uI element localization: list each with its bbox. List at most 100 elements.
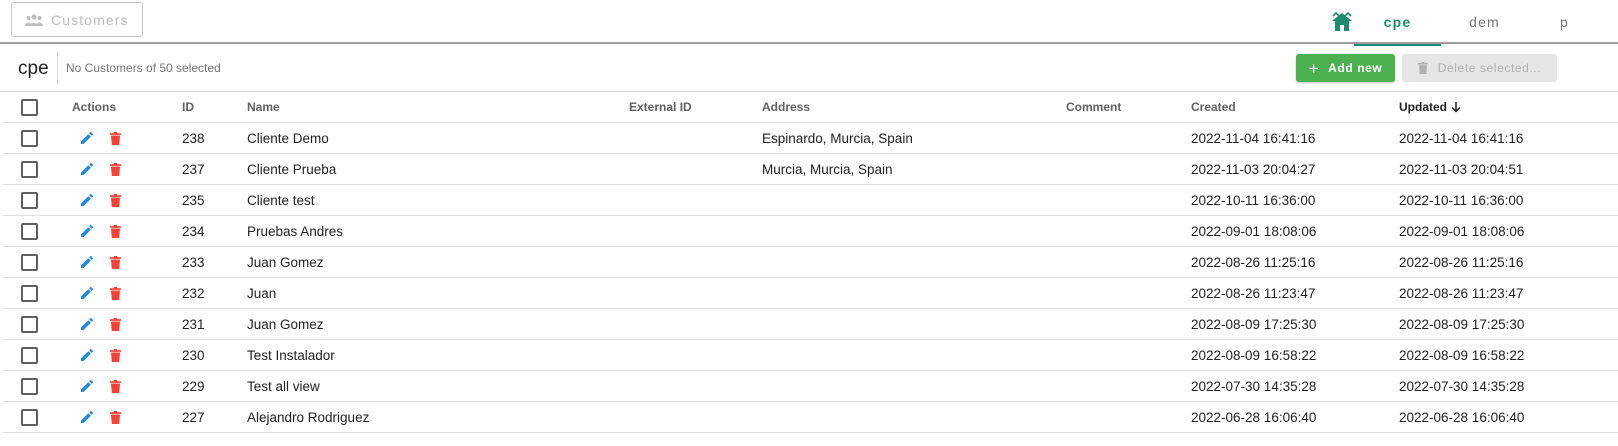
trash-icon[interactable] (110, 348, 121, 362)
pencil-icon[interactable] (80, 348, 94, 362)
cell-id: 237 (182, 161, 205, 177)
row-checkbox-cell[interactable] (21, 340, 38, 370)
row-checkbox[interactable] (21, 160, 38, 178)
cell-updated: 2022-08-26 11:25:16 (1399, 254, 1524, 270)
column-header-comment[interactable]: Comment (1066, 92, 1121, 122)
cell-updated: 2022-08-09 17:25:30 (1399, 316, 1525, 332)
row-checkbox[interactable] (21, 129, 38, 147)
pencil-icon[interactable] (80, 193, 94, 207)
table-row[interactable]: 238 Cliente Demo Espinardo, Murcia, Spain 2… (3, 123, 1618, 154)
trash-icon[interactable] (110, 410, 121, 424)
list-toolbar: cpe No Customers of 50 selected + Add ne… (0, 46, 1618, 92)
column-header-name[interactable]: Name (247, 92, 280, 122)
table-row[interactable]: 229 Test all view 2022-07-30 14:35:28 2022-… (3, 371, 1618, 402)
row-actions (80, 309, 121, 339)
cell-name: Test Instalador (247, 347, 335, 363)
row-checkbox[interactable] (21, 284, 38, 302)
pencil-icon[interactable] (80, 410, 94, 424)
cell-created: 2022-11-04 16:41:16 (1191, 130, 1316, 146)
cell-name: Juan (247, 285, 277, 301)
trash-icon[interactable] (110, 379, 121, 393)
row-actions (80, 247, 121, 277)
trash-icon[interactable] (110, 317, 121, 331)
tab-cpe[interactable]: cpe (1354, 0, 1441, 46)
column-header-external-id[interactable]: External ID (629, 92, 692, 122)
cell-updated: 2022-09-01 18:08:06 (1399, 223, 1525, 239)
cell-created: 2022-11-03 20:04:27 (1191, 161, 1316, 177)
cell-id: 229 (182, 378, 205, 394)
table-row[interactable]: 232 Juan 2022-08-26 11:23:47 2022-08-26 11:… (3, 278, 1618, 309)
customers-button[interactable]: Customers (11, 2, 143, 37)
row-checkbox[interactable] (21, 346, 38, 364)
row-checkbox-cell[interactable] (21, 371, 38, 401)
pencil-icon[interactable] (80, 379, 94, 393)
home-network-icon[interactable] (1330, 10, 1354, 34)
delete-selected-button[interactable]: Delete selected... (1402, 54, 1557, 82)
row-checkbox[interactable] (21, 191, 38, 209)
add-new-button[interactable]: + Add new (1296, 54, 1395, 82)
row-checkbox-cell[interactable] (21, 278, 38, 308)
pencil-icon[interactable] (80, 131, 94, 145)
row-checkbox[interactable] (21, 315, 38, 333)
table-row[interactable]: 235 Cliente test 2022-10-11 16:36:00 2022-1… (3, 185, 1618, 216)
cell-name: Cliente test (247, 192, 315, 208)
cell-updated: 2022-10-11 16:36:00 (1399, 192, 1524, 208)
row-checkbox[interactable] (21, 222, 38, 240)
table-row[interactable]: 233 Juan Gomez 2022-08-26 11:25:16 2022-08-… (3, 247, 1618, 278)
pencil-icon[interactable] (80, 162, 94, 176)
people-icon (25, 13, 43, 26)
row-checkbox-cell[interactable] (21, 216, 38, 246)
row-checkbox-cell[interactable] (21, 154, 38, 184)
table-row[interactable]: 231 Juan Gomez 2022-08-09 17:25:30 2022-08-… (3, 309, 1618, 340)
trash-icon[interactable] (110, 131, 121, 145)
page-title: cpe (18, 58, 49, 79)
pencil-icon[interactable] (80, 317, 94, 331)
cell-name: Test all view (247, 378, 320, 394)
row-checkbox-cell[interactable] (21, 402, 38, 432)
pencil-icon[interactable] (80, 224, 94, 238)
row-actions (80, 371, 121, 401)
row-checkbox-cell[interactable] (21, 185, 38, 215)
table-row[interactable]: 237 Cliente Prueba Murcia, Murcia, Spain 20… (3, 154, 1618, 185)
table-header-row: Actions ID Name External ID Address Comm… (3, 92, 1618, 123)
trash-icon[interactable] (110, 162, 121, 176)
cell-created: 2022-10-11 16:36:00 (1191, 192, 1316, 208)
cell-name: Pruebas Andres (247, 223, 344, 239)
cell-created: 2022-08-26 11:25:16 (1191, 254, 1316, 270)
table-row[interactable]: 234 Pruebas Andres 2022-09-01 18:08:06 2022… (3, 216, 1618, 247)
plus-icon: + (1308, 58, 1320, 78)
row-checkbox[interactable] (21, 253, 38, 271)
row-actions (80, 340, 121, 370)
cell-id: 227 (182, 409, 205, 425)
row-checkbox[interactable] (21, 377, 38, 395)
trash-icon[interactable] (110, 224, 121, 238)
row-checkbox-cell[interactable] (21, 309, 38, 339)
cell-updated: 2022-06-28 16:06:40 (1399, 409, 1525, 425)
row-checkbox-cell[interactable] (21, 123, 38, 153)
tab-dem[interactable]: dem (1441, 0, 1528, 44)
row-checkbox[interactable] (21, 408, 38, 426)
customers-table: Actions ID Name External ID Address Comm… (3, 92, 1618, 433)
pencil-icon[interactable] (80, 255, 94, 269)
arrow-down-icon (1451, 102, 1461, 113)
tab-p[interactable]: p (1556, 0, 1618, 44)
cell-id: 234 (182, 223, 205, 239)
pencil-icon[interactable] (80, 286, 94, 300)
trash-icon[interactable] (110, 286, 121, 300)
table-row[interactable]: 227 Alejandro Rodriguez 2022-06-28 16:06:4… (3, 402, 1618, 433)
column-header-created[interactable]: Created (1191, 92, 1236, 122)
column-header-id[interactable]: ID (182, 92, 194, 122)
trash-icon[interactable] (110, 255, 121, 269)
row-actions (80, 185, 121, 215)
cell-address: Murcia, Murcia, Spain (762, 161, 893, 177)
column-header-updated[interactable]: Updated (1399, 92, 1462, 122)
select-all-checkbox-cell[interactable] (21, 92, 38, 122)
trash-icon[interactable] (110, 193, 121, 207)
row-checkbox-cell[interactable] (21, 247, 38, 277)
column-header-updated-label: Updated (1399, 100, 1447, 114)
table-row[interactable]: 230 Test Instalador 2022-08-09 16:58:22 202… (3, 340, 1618, 371)
select-all-checkbox[interactable] (21, 98, 38, 116)
cell-created: 2022-08-09 17:25:30 (1191, 316, 1317, 332)
column-header-address[interactable]: Address (762, 92, 810, 122)
cell-address: Espinardo, Murcia, Spain (762, 130, 913, 146)
